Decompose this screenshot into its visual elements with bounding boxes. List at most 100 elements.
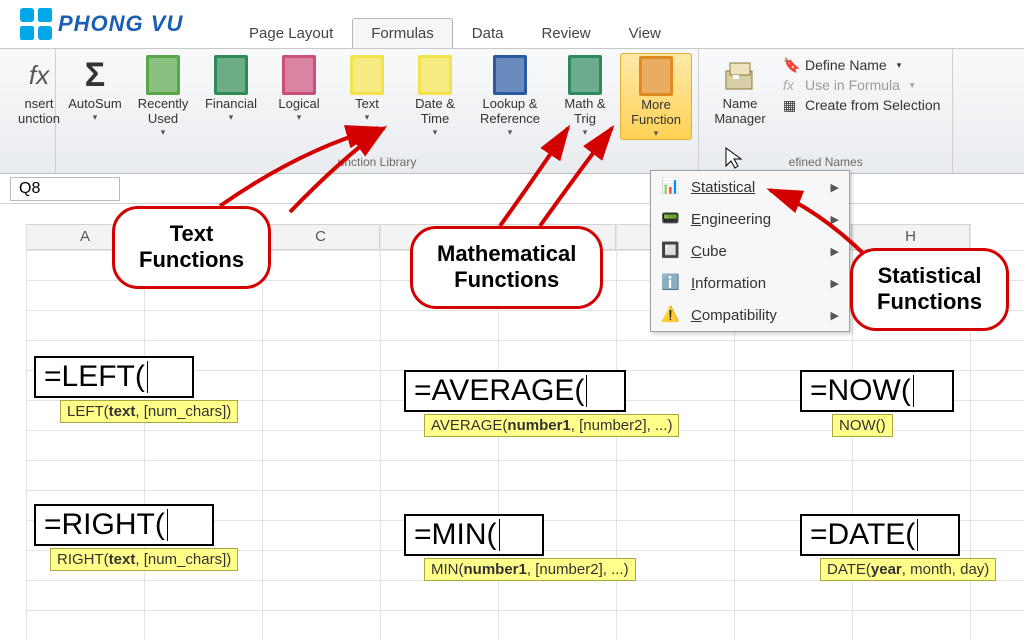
cell-average[interactable]: =AVERAGE(	[404, 370, 626, 412]
cell-date[interactable]: =DATE(	[800, 514, 960, 556]
chevron-down-icon: ▾	[365, 112, 370, 123]
menu-information[interactable]: ℹ️ Information ▶	[651, 267, 849, 299]
name-manager-label: NameManager	[714, 97, 765, 127]
math-trig-button[interactable]: Math &Trig ▾	[552, 53, 618, 140]
menu-cube[interactable]: 🔲 Cube ▶	[651, 235, 849, 267]
sigma-icon: Σ	[85, 56, 105, 95]
meter-icon: 📟	[661, 209, 681, 229]
tab-data[interactable]: Data	[453, 18, 523, 49]
chevron-down-icon: ▾	[93, 112, 98, 123]
tab-page-layout[interactable]: Page Layout	[230, 18, 352, 49]
mouse-cursor-icon	[724, 146, 744, 170]
menu-statistical[interactable]: 📊 Statistical ▶	[651, 171, 849, 203]
function-library-caption: unction Library	[62, 153, 692, 171]
name-manager-icon	[720, 55, 760, 95]
book-clock-icon	[418, 55, 452, 95]
cell-now-text: =NOW(	[810, 374, 911, 408]
cell-min[interactable]: =MIN(	[404, 514, 544, 556]
fx-icon: fx	[29, 60, 49, 91]
define-name-button[interactable]: 🔖 Define Name ▾	[783, 57, 940, 73]
tooltip-left: LEFT(text, [num_chars])	[60, 400, 238, 423]
cell-right[interactable]: =RIGHT(	[34, 504, 214, 546]
text-button[interactable]: Text ▾	[334, 53, 400, 140]
cell-left[interactable]: =LEFT(	[34, 356, 194, 398]
brand-logo: PHONG VU	[20, 8, 183, 40]
tooltip-right: RIGHT(text, [num_chars])	[50, 548, 238, 571]
cell-right-text: =RIGHT(	[44, 508, 165, 542]
callout-text-functions: TextFunctions	[112, 206, 271, 289]
book-lookup-icon	[493, 55, 527, 95]
more-label: MoreFunction	[631, 98, 681, 128]
insert-function-label: nsertunction	[18, 97, 60, 127]
callout-math-functions: MathematicalFunctions	[410, 226, 603, 309]
date-time-label: Date &Time	[415, 97, 455, 127]
cell-date-text: =DATE(	[810, 518, 915, 552]
tab-review[interactable]: Review	[522, 18, 609, 49]
book-a-icon	[350, 55, 384, 95]
menu-information-label: Information	[691, 275, 766, 292]
cell-now[interactable]: =NOW(	[800, 370, 954, 412]
recently-used-button[interactable]: RecentlyUsed ▾	[130, 53, 196, 140]
cell-left-text: =LEFT(	[44, 360, 145, 394]
book-green-icon	[146, 55, 180, 95]
grid-icon: ▦	[783, 97, 799, 113]
autosum-label: AutoSum	[68, 97, 121, 112]
book-theta-icon	[568, 55, 602, 95]
tab-formulas[interactable]: Formulas	[352, 18, 453, 49]
create-from-selection-button[interactable]: ▦ Create from Selection	[783, 97, 940, 113]
use-in-formula-label: Use in Formula	[805, 77, 900, 93]
tooltip-average: AVERAGE(number1, [number2], ...)	[424, 414, 679, 437]
math-trig-label: Math &Trig	[564, 97, 605, 127]
formula-bar-row	[0, 174, 1024, 204]
chevron-right-icon: ▶	[831, 181, 839, 194]
logo-icon	[20, 8, 52, 40]
date-time-button[interactable]: Date &Time ▾	[402, 53, 468, 140]
cell-min-text: =MIN(	[414, 518, 497, 552]
financial-label: Financial	[205, 97, 257, 112]
more-functions-button[interactable]: MoreFunction ▾	[620, 53, 692, 140]
menu-statistical-label: Statistical	[691, 179, 755, 196]
autosum-button[interactable]: Σ AutoSum ▾	[62, 53, 128, 140]
chevron-down-icon: ▾	[161, 127, 166, 138]
book-more-icon	[639, 56, 673, 96]
chart-icon: 📊	[661, 177, 681, 197]
ribbon: fx nsertunction Σ AutoSum ▾ RecentlyUsed…	[0, 48, 1024, 174]
chevron-down-icon: ▾	[897, 60, 902, 71]
menu-engineering[interactable]: 📟 Engineering ▶	[651, 203, 849, 235]
chevron-down-icon: ▾	[433, 127, 438, 138]
tag-icon: 🔖	[783, 57, 799, 73]
logical-button[interactable]: Logical ▾	[266, 53, 332, 140]
lookup-button[interactable]: Lookup &Reference ▾	[470, 53, 550, 140]
book-dollar-icon	[214, 55, 248, 95]
cell-average-text: =AVERAGE(	[414, 374, 584, 408]
financial-button[interactable]: Financial ▾	[198, 53, 264, 140]
chevron-down-icon: ▾	[583, 127, 588, 138]
use-in-formula-button[interactable]: fx Use in Formula ▾	[783, 77, 940, 93]
cube-icon: 🔲	[661, 241, 681, 261]
create-from-selection-label: Create from Selection	[805, 97, 940, 113]
tooltip-now: NOW()	[832, 414, 893, 437]
chevron-right-icon: ▶	[831, 213, 839, 226]
menu-cube-label: Cube	[691, 243, 727, 260]
book-question-icon	[282, 55, 316, 95]
menu-engineering-label: Engineering	[691, 211, 771, 228]
info-icon: ℹ️	[661, 273, 681, 293]
name-manager-button[interactable]: NameManager	[705, 53, 775, 127]
menu-compatibility-label: Compatibility	[691, 307, 777, 324]
define-name-label: Define Name	[805, 57, 887, 73]
fx-small-icon: fx	[783, 77, 799, 93]
recently-label: RecentlyUsed	[138, 97, 189, 127]
chevron-right-icon: ▶	[831, 245, 839, 258]
name-box[interactable]	[10, 177, 120, 201]
col-header-h[interactable]: H	[852, 224, 970, 250]
chevron-down-icon: ▾	[654, 128, 659, 139]
ribbon-tabs: Page Layout Formulas Data Review View	[230, 18, 680, 49]
callout-stat-functions: StatisticalFunctions	[850, 248, 1009, 331]
tab-view[interactable]: View	[610, 18, 680, 49]
chevron-right-icon: ▶	[831, 277, 839, 290]
col-header-c[interactable]: C	[262, 224, 380, 250]
chevron-down-icon: ▾	[297, 112, 302, 123]
chevron-down-icon: ▾	[229, 112, 234, 123]
menu-compatibility[interactable]: ⚠️ Compatibility ▶	[651, 299, 849, 331]
warning-icon: ⚠️	[661, 305, 681, 325]
